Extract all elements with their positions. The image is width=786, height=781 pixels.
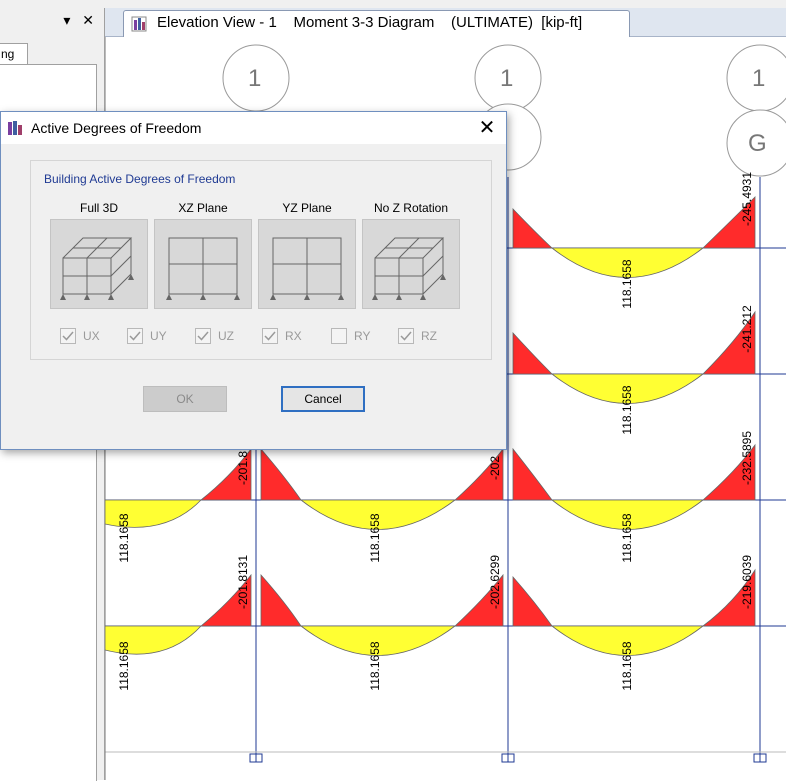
- checkbox-label: RZ: [421, 329, 437, 343]
- checkbox-label: RX: [285, 329, 302, 343]
- frame-2d-icon: [166, 237, 240, 300]
- support-icons: [249, 753, 767, 763]
- checkbox-box: [262, 328, 278, 344]
- grid-bubble-label: G: [748, 130, 767, 157]
- frame-3d-icon: [372, 237, 446, 300]
- cancel-button[interactable]: Cancel: [281, 386, 365, 412]
- panel-dropdown-close-icons[interactable]: ▾ ✕: [63, 12, 98, 29]
- ok-button[interactable]: OK: [143, 386, 227, 412]
- moment-row-4: [105, 568, 756, 656]
- no-z-rotation-option-button[interactable]: [362, 219, 460, 309]
- moment-row-3: [105, 443, 756, 530]
- frame-3d-icon: [60, 237, 134, 300]
- moment-label: 118.1658: [620, 385, 634, 435]
- moment-label: 118.1658: [620, 259, 634, 309]
- moment-label: 118.1658: [620, 513, 634, 563]
- option-label-xz-plane: XZ Plane: [178, 201, 228, 215]
- yz-plane-option-button[interactable]: [258, 219, 356, 309]
- checkbox-label: UZ: [218, 329, 234, 343]
- moment-row-1: [512, 196, 756, 278]
- checkbox-label: RY: [354, 329, 371, 343]
- active-dof-dialog: Active Degrees of Freedom ✕ Building Act…: [0, 111, 507, 450]
- option-label-yz-plane: YZ Plane: [282, 201, 332, 215]
- checkmark-icon: [264, 331, 276, 341]
- option-label-full-3d: Full 3D: [79, 201, 118, 215]
- grid-bubble-label: 1: [500, 65, 514, 92]
- moment-label: 118.1658: [368, 513, 382, 563]
- moment-label: -232.5895: [740, 430, 754, 486]
- checkmark-icon: [197, 331, 209, 341]
- view-tab-elevation[interactable]: Elevation View - 1 Moment 3-3 Diagram (U…: [123, 10, 630, 37]
- moment-row-2: [512, 310, 756, 404]
- close-icon[interactable]: ✕: [475, 116, 499, 140]
- checkmark-icon: [400, 331, 412, 341]
- panel-header: ▾ ✕: [0, 8, 104, 36]
- moment-label: -202.6299: [488, 554, 502, 610]
- grid-bubble-label: 1: [248, 65, 262, 92]
- dialog-title: Active Degrees of Freedom: [31, 120, 202, 136]
- moment-label: -245.4931: [740, 171, 754, 227]
- xz-plane-option-button[interactable]: [154, 219, 252, 309]
- option-label-no-z-rotation: No Z Rotation: [373, 201, 449, 215]
- frame-2d-icon: [270, 237, 344, 300]
- moment-label: -201.8131: [236, 554, 250, 610]
- group-title: Building Active Degrees of Freedom: [41, 172, 239, 186]
- panel-tab[interactable]: ng: [0, 43, 28, 64]
- checkbox-label: UX: [83, 329, 100, 343]
- moment-label: 118.1658: [620, 641, 634, 691]
- moment-label: -219.6039: [740, 554, 754, 610]
- building-app-icon: [8, 121, 22, 135]
- checkbox-box: [60, 328, 76, 344]
- full-3d-option-button[interactable]: [50, 219, 148, 309]
- moment-label: 118.1658: [117, 513, 131, 563]
- building-view-icon: [131, 16, 147, 32]
- dialog-titlebar[interactable]: Active Degrees of Freedom ✕: [1, 112, 506, 144]
- grid-bubble-label: 1: [752, 65, 766, 92]
- checkmark-icon: [62, 331, 74, 341]
- checkbox-box: [195, 328, 211, 344]
- checkbox-box: [398, 328, 414, 344]
- checkbox-box: [127, 328, 143, 344]
- checkbox-label: UY: [150, 329, 167, 343]
- checkmark-icon: [129, 331, 141, 341]
- checkbox-box: [331, 328, 347, 344]
- moment-label: 118.1658: [368, 641, 382, 691]
- moment-label: 118.1658: [117, 641, 131, 691]
- moment-label: -241.212: [740, 305, 754, 353]
- view-tab-title: Elevation View - 1 Moment 3-3 Diagram (U…: [157, 14, 583, 31]
